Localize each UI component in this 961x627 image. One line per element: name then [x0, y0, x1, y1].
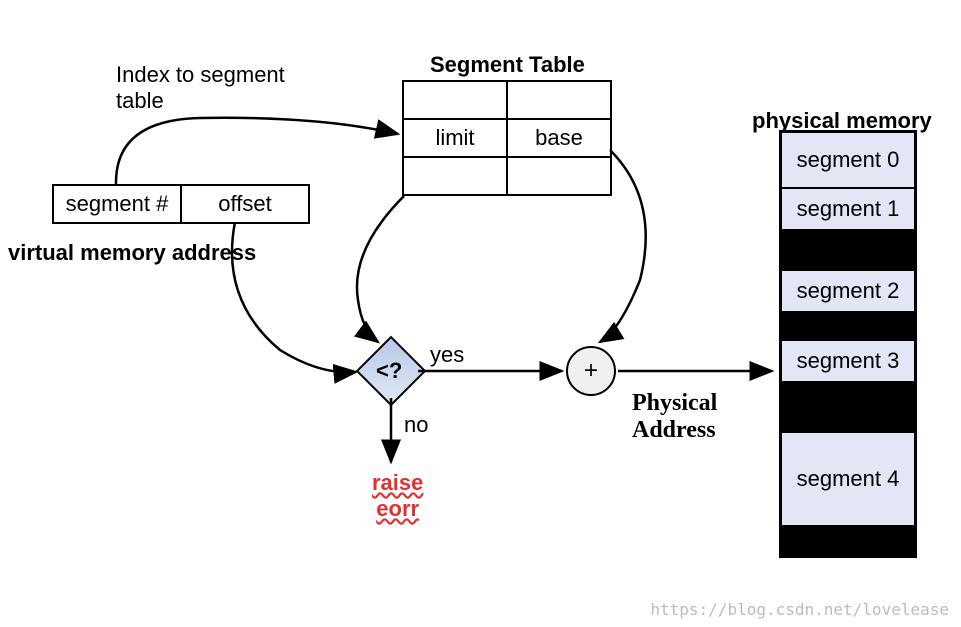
- pm-gap: [782, 231, 914, 271]
- segtable-empty: [403, 81, 507, 119]
- physical-address-label: Physical Address: [632, 390, 717, 444]
- segtable-empty: [507, 81, 611, 119]
- va-segment-cell: segment #: [53, 185, 181, 223]
- compare-op: <?: [376, 358, 402, 384]
- pm-segment-0: segment 0: [782, 133, 914, 189]
- pm-segment-4: segment 4: [782, 433, 914, 525]
- pm-gap: [782, 525, 914, 555]
- adder-circle: +: [566, 346, 616, 396]
- segment-table-title: Segment Table: [430, 52, 585, 78]
- segtable-base: base: [507, 119, 611, 157]
- watermark: https://blog.csdn.net/lovelease: [650, 600, 949, 619]
- pm-segment-1: segment 1: [782, 189, 914, 231]
- segment-table: limit base: [402, 80, 612, 196]
- no-label: no: [404, 412, 428, 438]
- virtual-memory-title: virtual memory address: [8, 240, 256, 266]
- index-label: Index to segment table: [116, 62, 316, 114]
- pm-segment-2: segment 2: [782, 271, 914, 313]
- segtable-limit: limit: [403, 119, 507, 157]
- pm-gap: [782, 313, 914, 341]
- physical-memory: segment 0 segment 1 segment 2 segment 3 …: [779, 130, 917, 558]
- va-offset-cell: offset: [181, 185, 309, 223]
- pm-segment-3: segment 3: [782, 341, 914, 383]
- virtual-address-box: segment # offset: [52, 184, 310, 224]
- pm-gap: [782, 383, 914, 433]
- segtable-empty: [507, 157, 611, 195]
- segtable-empty: [403, 157, 507, 195]
- yes-label: yes: [430, 342, 464, 368]
- error-label: raise eorr: [372, 470, 423, 522]
